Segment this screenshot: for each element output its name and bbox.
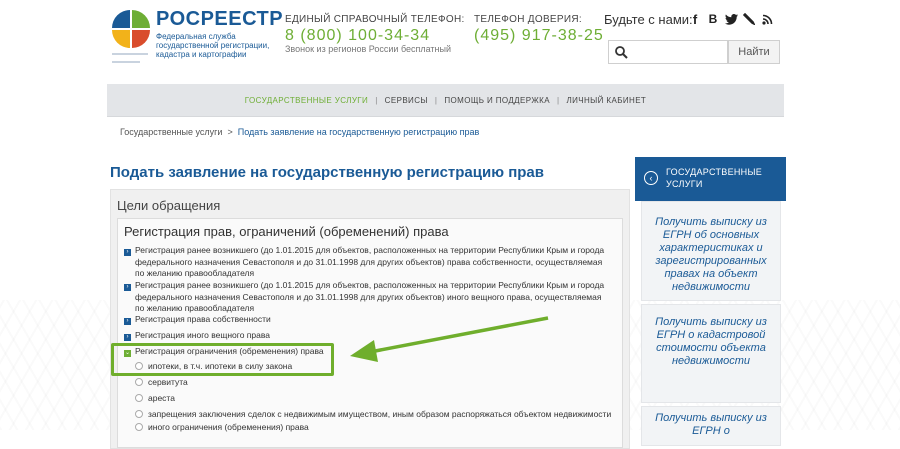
- sidebar-link-egrn-more[interactable]: Получить выписку из ЕГРН о: [654, 412, 768, 438]
- search-input[interactable]: [608, 40, 728, 64]
- radio-label: запрещения заключения сделок с недвижимы…: [148, 409, 612, 419]
- radio-easement[interactable]: [135, 378, 143, 386]
- breadcrumb-separator: >: [227, 127, 233, 137]
- nav-account[interactable]: ЛИЧНЫЙ КАБИНЕТ: [559, 96, 653, 105]
- nav-gov-services[interactable]: ГОСУДАРСТВЕННЫЕ УСЛУГИ: [238, 96, 375, 105]
- social-label: Будьте с нами:: [604, 12, 693, 27]
- sidebar-header-label: ГОСУДАРСТВЕННЫЕ УСЛУГИ: [666, 167, 763, 189]
- breadcrumb-current: Подать заявление на государственную реги…: [237, 127, 480, 137]
- option-item[interactable]: Регистрация ранее возникшего (до 1.01.20…: [135, 245, 613, 280]
- radio-prohibition[interactable]: [135, 410, 143, 418]
- nav-help[interactable]: ПОМОЩЬ И ПОДДЕРЖКА: [437, 96, 557, 105]
- page-title: Подать заявление на государственную реги…: [110, 164, 544, 181]
- sidebar-link-egrn-characteristics[interactable]: Получить выписку из ЕГРН об основных хар…: [654, 216, 768, 294]
- radio-arrest[interactable]: [135, 394, 143, 402]
- back-icon[interactable]: ‹: [644, 171, 658, 185]
- hotline-phone[interactable]: 8 (800) 100-34-34: [285, 27, 430, 45]
- trust-title: ТЕЛЕФОН ДОВЕРИЯ:: [474, 14, 582, 25]
- expand-icon[interactable]: ›: [124, 284, 131, 291]
- expand-icon[interactable]: ›: [124, 249, 131, 256]
- hotline-title: ЕДИНЫЙ СПРАВОЧНЫЙ ТЕЛЕФОН:: [285, 14, 465, 25]
- expand-icon[interactable]: ›: [124, 318, 131, 325]
- vk-icon[interactable]: B: [706, 12, 720, 26]
- goals-panel-title: Цели обращения: [117, 198, 221, 213]
- lj-icon[interactable]: [742, 12, 756, 26]
- rosreestr-logo[interactable]: [108, 6, 152, 72]
- hotline-note: Звонок из регионов России бесплатный: [285, 44, 452, 54]
- sidebar-header[interactable]: ‹ ГОСУДАРСТВЕННЫЕ УСЛУГИ: [635, 157, 786, 201]
- main-nav: ГОСУДАРСТВЕННЫЕ УСЛУГИ | СЕРВИСЫ | ПОМОЩ…: [107, 84, 784, 117]
- radio-label: сервитута: [148, 377, 188, 387]
- search-icon: [615, 46, 628, 59]
- rss-icon[interactable]: [760, 12, 774, 26]
- highlight-box: [111, 343, 334, 376]
- expand-icon[interactable]: ›: [124, 334, 131, 341]
- trust-phone[interactable]: (495) 917-38-25: [474, 27, 604, 45]
- section-title: Регистрация прав, ограничений (обременен…: [124, 224, 449, 239]
- annotation-arrow: [350, 316, 549, 362]
- twitter-icon[interactable]: [724, 12, 738, 26]
- sidebar-link-egrn-cadastral-value[interactable]: Получить выписку из ЕГРН о кадастровой с…: [654, 316, 768, 368]
- breadcrumb-home[interactable]: Государственные услуги: [120, 127, 222, 137]
- nav-services[interactable]: СЕРВИСЫ: [378, 96, 435, 105]
- breadcrumb: Государственные услуги > Подать заявлени…: [120, 127, 479, 137]
- radio-label: ареста: [148, 393, 175, 403]
- brand-name[interactable]: РОСРЕЕСТР: [156, 8, 283, 31]
- search-button[interactable]: Найти: [728, 40, 780, 64]
- brand-subtitle: Федеральная служба государственной регис…: [156, 32, 270, 59]
- facebook-icon[interactable]: f: [688, 12, 702, 27]
- radio-label: иного ограничения (обременения) права: [148, 422, 309, 432]
